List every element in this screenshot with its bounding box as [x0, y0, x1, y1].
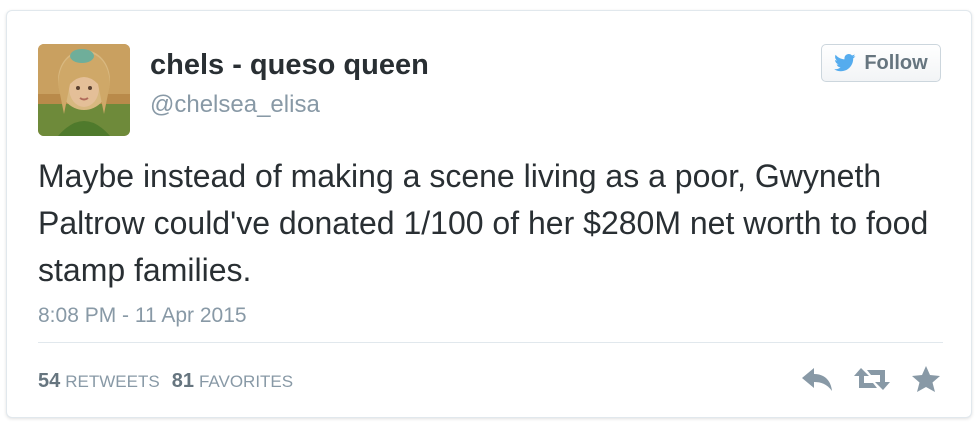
display-name[interactable]: chels - queso queen: [150, 49, 429, 82]
tweet-actions: [801, 365, 941, 393]
tweet-text: Maybe instead of making a scene living a…: [38, 158, 929, 288]
avatar[interactable]: [38, 44, 130, 136]
follow-button[interactable]: Follow: [821, 44, 941, 82]
follow-label: Follow: [864, 51, 928, 74]
favorites-label[interactable]: FAVORITES: [199, 372, 293, 392]
avatar-image: [38, 44, 130, 136]
tweet-stats: 54 RETWEETS 81 FAVORITES: [38, 370, 305, 393]
divider: [38, 342, 943, 343]
tweet-card: chels - queso queen @chelsea_elisa Follo…: [6, 10, 972, 418]
user-handle[interactable]: @chelsea_elisa: [150, 91, 320, 119]
favorite-star-icon[interactable]: [911, 365, 941, 393]
retweet-icon[interactable]: [853, 366, 891, 392]
retweets-count[interactable]: 54: [38, 370, 60, 393]
bird-icon: [834, 54, 856, 72]
tweet-timestamp[interactable]: 8:08 PM - 11 Apr 2015: [38, 304, 247, 328]
retweets-label[interactable]: RETWEETS: [65, 372, 159, 392]
reply-icon[interactable]: [801, 366, 833, 392]
favorites-count[interactable]: 81: [172, 370, 194, 393]
